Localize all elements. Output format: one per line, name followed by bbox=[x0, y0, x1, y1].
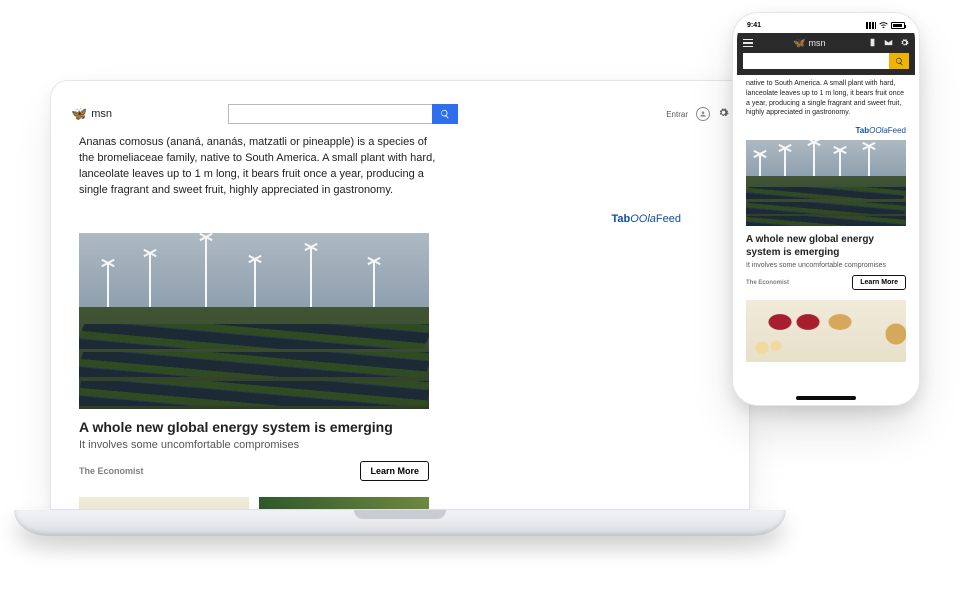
feed-thumb[interactable] bbox=[79, 497, 249, 509]
laptop-mockup: 🦋 msn Entrar Ananas comosus (ananá, bbox=[50, 80, 750, 550]
wifi-icon bbox=[879, 21, 888, 30]
hamburger-menu-icon[interactable] bbox=[743, 39, 753, 48]
msn-logo[interactable]: 🦋 msn bbox=[71, 106, 112, 122]
feed-card[interactable]: A whole new global energy system is emer… bbox=[746, 140, 906, 290]
phone-body: native to South America. A small plant w… bbox=[737, 75, 915, 395]
search-input[interactable] bbox=[743, 53, 889, 69]
laptop-screen: 🦋 msn Entrar Ananas comosus (ananá, bbox=[50, 80, 750, 510]
feed-card-footer: The Economist Learn More bbox=[746, 275, 906, 290]
article-paragraph: Ananas comosus (ananá, ananás, matzatli … bbox=[79, 135, 439, 199]
feed-card-brand: The Economist bbox=[79, 466, 144, 476]
mail-icon[interactable] bbox=[884, 34, 893, 52]
phone-search bbox=[737, 53, 915, 75]
sign-in-link[interactable]: Entrar bbox=[666, 110, 688, 119]
battery-icon bbox=[891, 22, 905, 29]
feed-card-image bbox=[746, 140, 906, 226]
feed-thumb[interactable] bbox=[259, 497, 429, 509]
article-paragraph: native to South America. A small plant w… bbox=[746, 79, 906, 118]
learn-more-button[interactable]: Learn More bbox=[360, 461, 429, 481]
search-icon bbox=[895, 57, 904, 66]
status-time: 9:41 bbox=[747, 22, 761, 29]
taboola-feed-label[interactable]: TabOOlaFeed bbox=[746, 126, 906, 135]
desktop-body: Ananas comosus (ananá, ananás, matzatli … bbox=[69, 129, 731, 509]
desktop-header: 🦋 msn Entrar bbox=[69, 99, 731, 129]
phone-header: 🦋 msn bbox=[737, 33, 915, 53]
msn-logo-mark: 🦋 bbox=[71, 106, 87, 122]
settings-button[interactable] bbox=[718, 105, 729, 123]
msn-logo-mark: 🦋 bbox=[793, 38, 805, 49]
notifications-icon[interactable] bbox=[868, 34, 877, 52]
laptop-base bbox=[14, 510, 786, 536]
msn-logo-text: msn bbox=[91, 108, 112, 120]
search-input[interactable] bbox=[228, 104, 432, 124]
feed-card-image bbox=[79, 233, 429, 409]
desktop-search bbox=[228, 104, 458, 124]
avatar-icon[interactable] bbox=[696, 107, 710, 121]
feed-card-footer: The Economist Learn More bbox=[79, 461, 429, 481]
phone-mockup: 9:41 🦋 msn bbox=[732, 12, 920, 406]
search-icon bbox=[440, 109, 450, 119]
feed-card-subtitle: It involves some uncomfortable compromis… bbox=[746, 262, 906, 269]
feed-card-brand: The Economist bbox=[746, 280, 789, 286]
thumb-row bbox=[79, 497, 681, 509]
phone-screen: 9:41 🦋 msn bbox=[737, 17, 915, 401]
feed-card-title: A whole new global energy system is emer… bbox=[746, 234, 906, 259]
phone-notch bbox=[786, 13, 866, 27]
learn-more-button[interactable]: Learn More bbox=[852, 275, 906, 290]
search-button[interactable] bbox=[432, 104, 458, 124]
header-right: Entrar bbox=[666, 105, 729, 123]
settings-icon[interactable] bbox=[900, 34, 909, 52]
signal-icon bbox=[866, 22, 876, 29]
feed-card-subtitle: It involves some uncomfortable compromis… bbox=[79, 439, 429, 451]
search-button[interactable] bbox=[889, 53, 909, 69]
feed-thumb[interactable] bbox=[746, 300, 906, 362]
taboola-feed-label[interactable]: TabOOlaFeed bbox=[79, 213, 681, 225]
feed-card[interactable]: A whole new global energy system is emer… bbox=[79, 233, 429, 481]
feed-card-title: A whole new global energy system is emer… bbox=[79, 419, 429, 435]
msn-logo[interactable]: 🦋 msn bbox=[793, 38, 825, 49]
msn-logo-text: msn bbox=[808, 38, 825, 48]
